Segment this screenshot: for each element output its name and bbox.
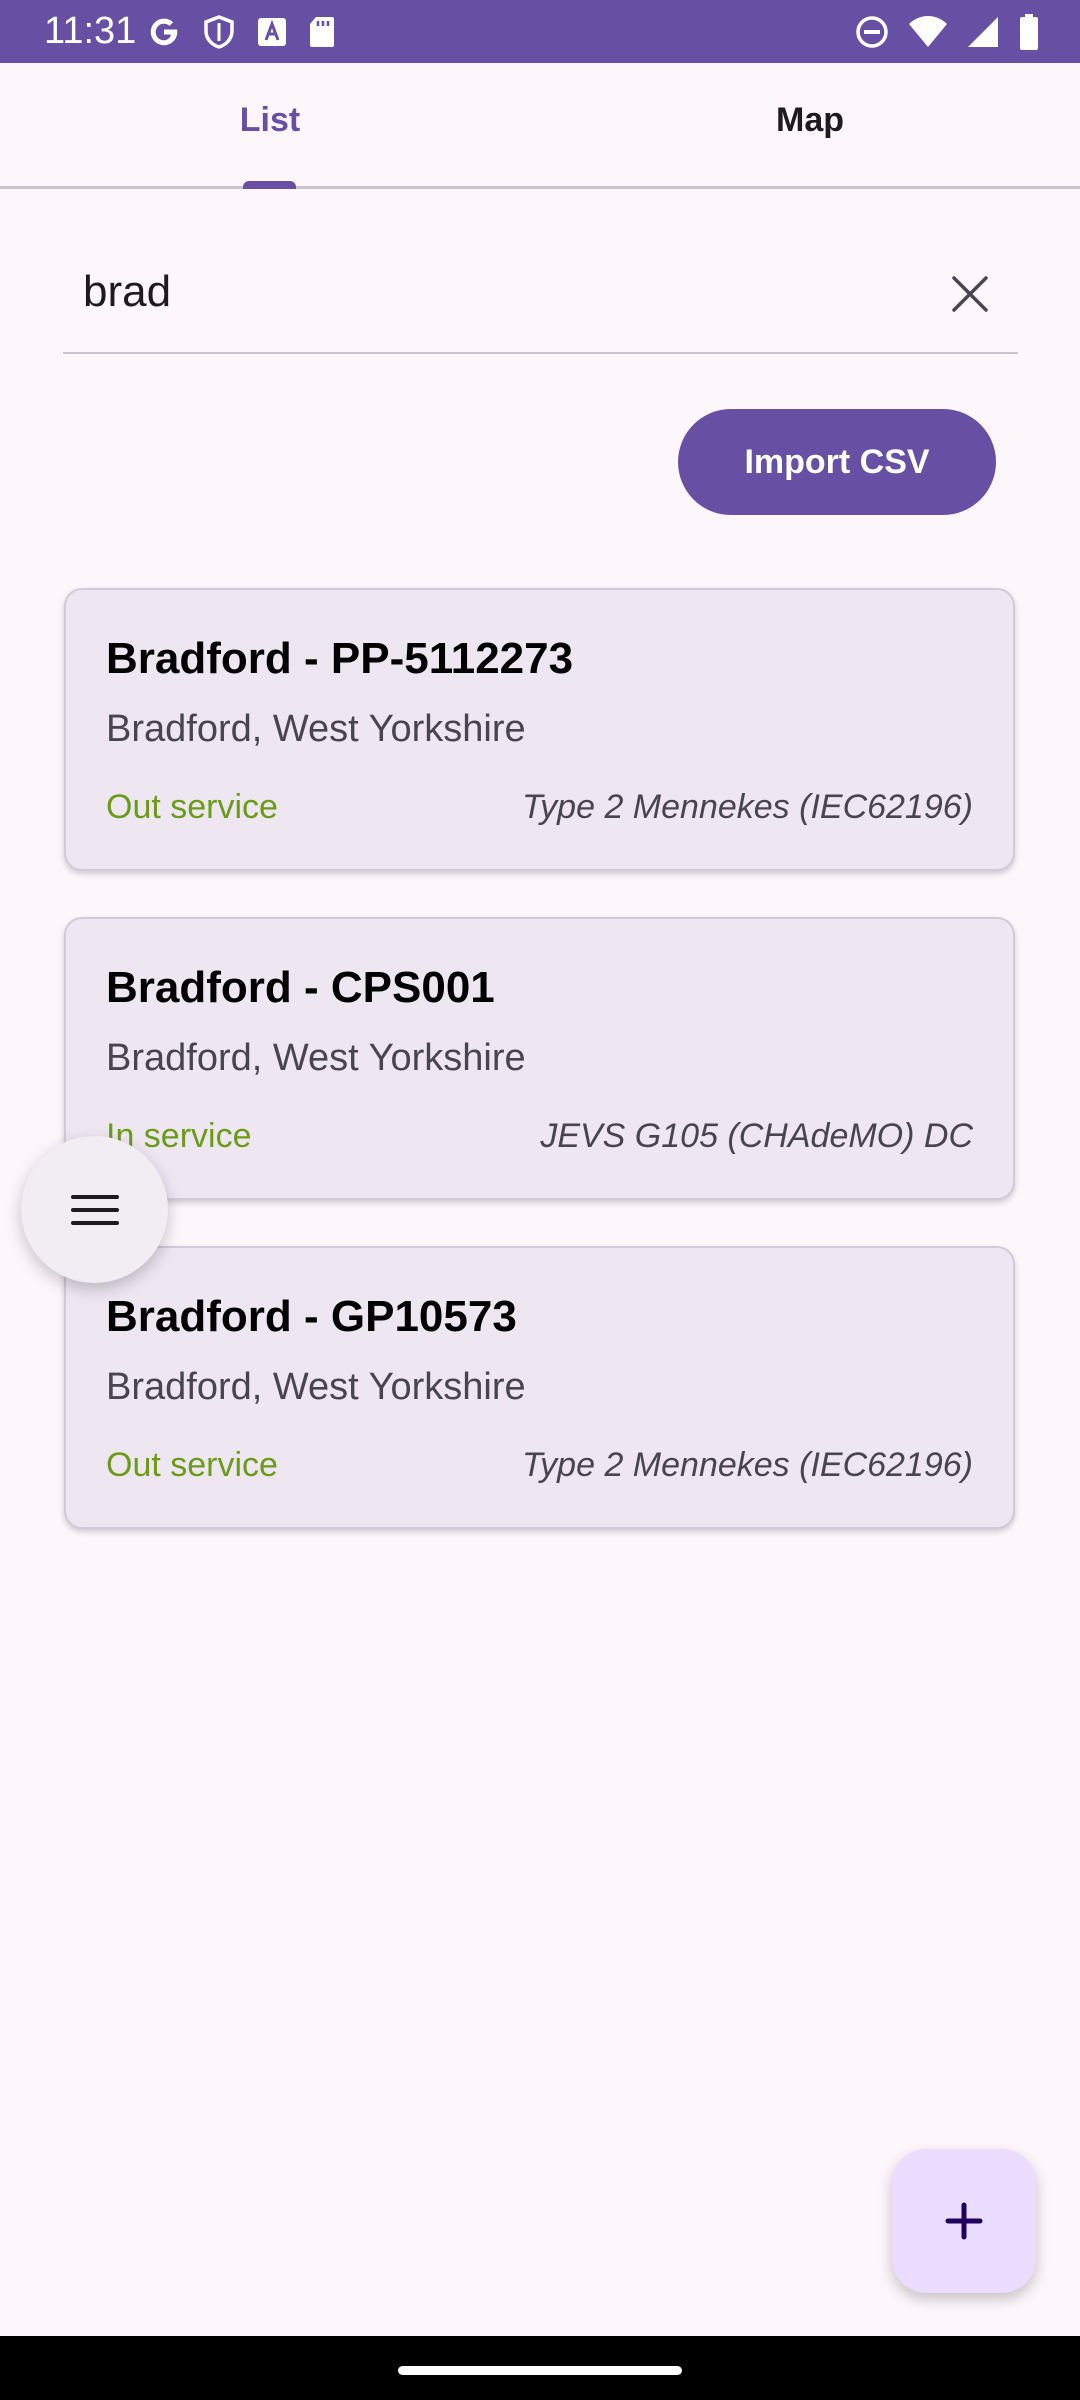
station-status: Out service [106, 788, 278, 826]
station-card[interactable]: Bradford - CPS001 Bradford, West Yorkshi… [64, 917, 1015, 1200]
tab-map[interactable]: Map [540, 63, 1080, 186]
shield-icon [204, 15, 234, 49]
home-gesture-handle[interactable] [398, 2366, 682, 2375]
station-connector: Type 2 Mennekes (IEC62196) [521, 788, 973, 826]
station-title: Bradford - GP10573 [106, 1292, 517, 1341]
tab-map-label: Map [776, 101, 844, 139]
menu-button[interactable] [21, 1136, 168, 1283]
station-title: Bradford - PP-5112273 [106, 634, 574, 683]
close-icon [952, 276, 988, 312]
google-icon [150, 18, 178, 46]
tab-list-label: List [239, 101, 301, 139]
station-title: Bradford - CPS001 [106, 963, 495, 1012]
tab-indicator [243, 181, 296, 189]
status-bar: 11:31 [0, 0, 1080, 63]
plus-icon [945, 2202, 983, 2240]
import-csv-button[interactable]: Import CSV [678, 409, 996, 515]
hamburger-menu-icon [70, 1194, 119, 1225]
clear-search-button[interactable] [942, 266, 998, 322]
station-status: Out service [106, 1446, 278, 1484]
status-icons-left [146, 12, 336, 52]
status-icons-right [854, 12, 1040, 52]
station-location: Bradford, West Yorkshire [106, 1037, 526, 1079]
add-station-button[interactable] [892, 2149, 1036, 2293]
station-connector: Type 2 Mennekes (IEC62196) [521, 1446, 973, 1484]
signal-icon [968, 17, 998, 47]
station-card[interactable]: Bradford - GP10573 Bradford, West Yorksh… [64, 1246, 1015, 1529]
station-location: Bradford, West Yorkshire [106, 708, 526, 750]
search-field [63, 242, 1018, 354]
wifi-icon [909, 16, 947, 47]
sd-card-icon [310, 17, 334, 47]
tab-bar: List Map [0, 63, 1080, 189]
do-not-disturb-icon [856, 16, 888, 48]
battery-icon [1020, 14, 1038, 50]
station-connector: JEVS G105 (CHAdeMO) DC [540, 1117, 973, 1155]
search-input[interactable] [83, 262, 883, 322]
app-screen: 11:31 List Map brad Import CSV Bradford … [0, 0, 1080, 2400]
station-location: Bradford, West Yorkshire [106, 1366, 526, 1408]
tab-list[interactable]: List [0, 63, 540, 186]
station-card[interactable]: Bradford - PP-5112273 Bradford, West Yor… [64, 588, 1015, 871]
status-time: 11:31 [44, 10, 137, 52]
font-icon [258, 18, 286, 46]
